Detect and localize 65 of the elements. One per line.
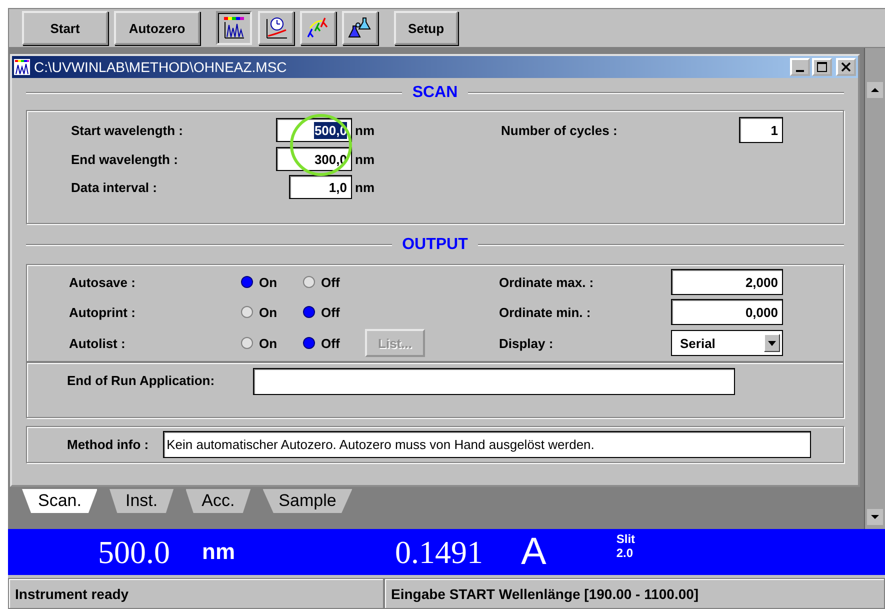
dropdown[interactable]: Serial: [671, 330, 783, 356]
unit-label: nm: [202, 539, 235, 565]
clock-graph-icon: [264, 16, 288, 40]
tab[interactable]: Sample: [262, 489, 352, 513]
field-label: Ordinate min. :: [499, 304, 592, 320]
field-label: Number of cycles :: [501, 122, 618, 138]
scrollbar[interactable]: [864, 48, 885, 529]
wavelength-icon: [306, 16, 330, 40]
input-field[interactable]: 1: [739, 117, 783, 143]
toolbar-button[interactable]: Autozero: [114, 11, 200, 45]
tab[interactable]: Acc.: [186, 489, 251, 513]
toolbar-button[interactable]: [216, 11, 252, 45]
input-field[interactable]: 0,000: [671, 299, 783, 325]
radio-button[interactable]: On: [241, 304, 278, 320]
input-field[interactable]: 1,0: [289, 175, 352, 199]
tab[interactable]: Inst.: [109, 489, 174, 513]
unit-label: nm: [355, 122, 374, 138]
slit-label: Slit: [616, 532, 636, 546]
spectrum-icon: [14, 59, 30, 75]
window-title: C:\UVWINLAB\METHOD\OHNEAZ.MSC: [34, 59, 288, 75]
field-label: End wavelength :: [71, 152, 179, 166]
field-label: Autosave :: [69, 274, 136, 290]
radio-button[interactable]: On: [241, 274, 278, 290]
toolbar-button[interactable]: [342, 11, 378, 45]
close-button[interactable]: [836, 58, 856, 76]
close-icon: [841, 62, 851, 72]
absorbance-reading: 0.1491: [395, 534, 483, 570]
minimize-button[interactable]: [790, 58, 810, 76]
scroll-down-icon: [867, 509, 883, 525]
input-field[interactable]: Kein automatischer Autozero. Autozero muss von Hand ausgelöst werden.: [162, 431, 811, 458]
field-label: End of Run Application:: [67, 373, 215, 388]
toolbar-button[interactable]: Start: [22, 11, 108, 45]
field-label: Autolist :: [69, 336, 126, 350]
input-field[interactable]: 2,000: [671, 269, 783, 295]
slit-value: 2.0: [616, 546, 634, 560]
field-label: Display :: [499, 336, 554, 350]
field-label: Ordinate max. :: [499, 274, 595, 290]
toolbar-button[interactable]: Setup: [394, 11, 458, 45]
flasks-icon: [348, 16, 372, 40]
radio-button[interactable]: Off: [303, 304, 340, 320]
section-title: OUTPUT: [402, 236, 468, 254]
unit-label: A: [521, 530, 546, 574]
radio-button[interactable]: Off: [303, 274, 340, 290]
field-value: 1,0: [328, 178, 347, 196]
status-text: Eingabe START Wellenlänge [190.00 - 1100.00]: [384, 578, 885, 609]
field-label: Start wavelength :: [71, 122, 184, 138]
dropdown-arrow-icon: [764, 334, 780, 352]
radio-button[interactable]: Off: [303, 336, 340, 350]
toolbar-button[interactable]: [258, 11, 294, 45]
field-label: Data interval :: [71, 180, 158, 194]
field-label: Autoprint :: [69, 304, 136, 320]
maximize-button[interactable]: [812, 58, 832, 76]
maximize-icon: [817, 62, 827, 72]
spectrum-icon: [222, 16, 246, 40]
tab[interactable]: Scan.: [22, 489, 98, 513]
status-text: Instrument ready: [8, 578, 384, 609]
unit-label: nm: [355, 180, 374, 194]
minimize-icon: [796, 70, 804, 72]
scroll-up-icon: [867, 82, 883, 98]
input-field[interactable]: [252, 368, 735, 395]
field-label: Method info :: [67, 437, 149, 452]
radio-button[interactable]: On: [241, 336, 278, 350]
section-title: SCAN: [412, 84, 458, 102]
wavelength-reading: 500.0: [98, 534, 170, 570]
unit-label: nm: [355, 152, 374, 166]
